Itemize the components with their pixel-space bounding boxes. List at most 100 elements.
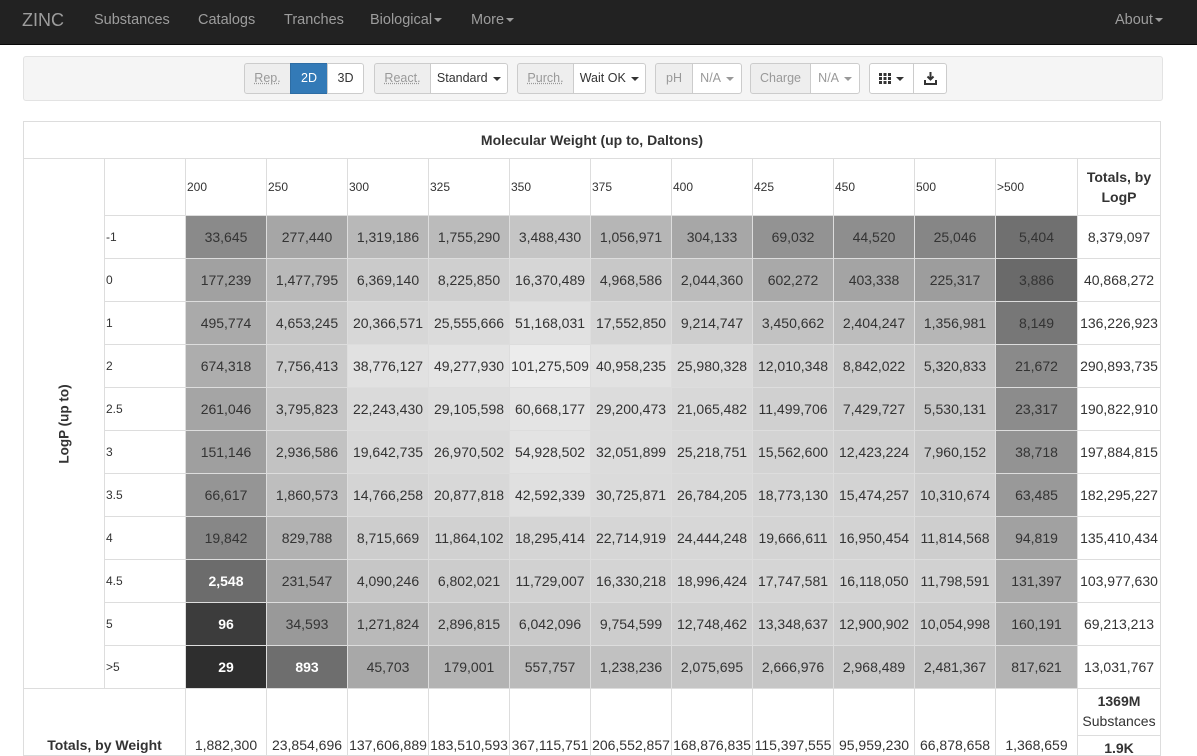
tranche-cell[interactable]: 11,814,568	[914, 516, 996, 560]
tranche-cell[interactable]: 19,666,611	[752, 516, 834, 560]
tranche-cell[interactable]: 45,703	[347, 645, 429, 689]
tranche-cell[interactable]: 5,530,131	[914, 387, 996, 431]
tranche-cell[interactable]: 19,642,735	[347, 430, 429, 474]
tranche-cell[interactable]: 29,200,473	[590, 387, 672, 431]
tranche-cell[interactable]: 6,369,140	[347, 258, 429, 302]
tranche-cell[interactable]: 10,310,674	[914, 473, 996, 517]
tranche-cell[interactable]: 19,842	[185, 516, 267, 560]
tranche-cell[interactable]: 231,547	[266, 559, 348, 603]
tranche-cell[interactable]: 829,788	[266, 516, 348, 560]
tranche-cell[interactable]: 11,499,706	[752, 387, 834, 431]
tranche-cell[interactable]: 96	[185, 602, 267, 646]
tranche-cell[interactable]: 9,754,599	[590, 602, 672, 646]
tranche-cell[interactable]: 893	[266, 645, 348, 689]
tranche-cell[interactable]: 7,429,727	[833, 387, 915, 431]
tranche-cell[interactable]: 12,010,348	[752, 344, 834, 388]
tranche-cell[interactable]: 261,046	[185, 387, 267, 431]
tranche-cell[interactable]: 44,520	[833, 215, 915, 259]
tranche-cell[interactable]: 60,668,177	[509, 387, 591, 431]
tranche-cell[interactable]: 4,968,586	[590, 258, 672, 302]
tranche-cell[interactable]: 30,725,871	[590, 473, 672, 517]
tranche-cell[interactable]: 8,715,669	[347, 516, 429, 560]
tranche-cell[interactable]: 25,555,666	[428, 301, 510, 345]
tranche-cell[interactable]: 2,968,489	[833, 645, 915, 689]
tranche-cell[interactable]: 11,798,591	[914, 559, 996, 603]
tranche-cell[interactable]: 7,756,413	[266, 344, 348, 388]
rep-2d-button[interactable]: 2D	[290, 63, 328, 94]
tranche-cell[interactable]: 12,748,462	[671, 602, 753, 646]
tranche-cell[interactable]: 12,423,224	[833, 430, 915, 474]
tranche-cell[interactable]: 26,970,502	[428, 430, 510, 474]
tranche-cell[interactable]: 11,864,102	[428, 516, 510, 560]
tranche-cell[interactable]: 17,747,581	[752, 559, 834, 603]
brand-link[interactable]: ZINC	[22, 0, 64, 45]
tranche-cell[interactable]: 1,056,971	[590, 215, 672, 259]
tranche-cell[interactable]: 66,617	[185, 473, 267, 517]
tranche-cell[interactable]: 1,755,290	[428, 215, 510, 259]
tranche-cell[interactable]: 29,105,598	[428, 387, 510, 431]
tranche-cell[interactable]: 277,440	[266, 215, 348, 259]
tranche-cell[interactable]: 5,404	[995, 215, 1078, 259]
tranche-cell[interactable]: 15,474,257	[833, 473, 915, 517]
tranche-cell[interactable]: 49,277,930	[428, 344, 510, 388]
tranche-cell[interactable]: 40,958,235	[590, 344, 672, 388]
tranche-cell[interactable]: 21,065,482	[671, 387, 753, 431]
tranche-cell[interactable]: 1,477,795	[266, 258, 348, 302]
tranche-cell[interactable]: 54,928,502	[509, 430, 591, 474]
tranche-cell[interactable]: 2,404,247	[833, 301, 915, 345]
tranche-cell[interactable]: 10,054,998	[914, 602, 996, 646]
tranche-cell[interactable]: 26,784,205	[671, 473, 753, 517]
tranche-cell[interactable]: 403,338	[833, 258, 915, 302]
tranche-cell[interactable]: 1,356,981	[914, 301, 996, 345]
tranche-cell[interactable]: 16,330,218	[590, 559, 672, 603]
tranche-cell[interactable]: 18,295,414	[509, 516, 591, 560]
nav-more-dropdown[interactable]: More	[471, 0, 515, 45]
tranche-cell[interactable]: 2,481,367	[914, 645, 996, 689]
tranche-cell[interactable]: 16,950,454	[833, 516, 915, 560]
tranche-cell[interactable]: 674,318	[185, 344, 267, 388]
tranche-cell[interactable]: 225,317	[914, 258, 996, 302]
tranche-cell[interactable]: 6,802,021	[428, 559, 510, 603]
rep-3d-button[interactable]: 3D	[327, 63, 364, 94]
tranche-cell[interactable]: 1,271,824	[347, 602, 429, 646]
tranche-cell[interactable]: 1,860,573	[266, 473, 348, 517]
tranche-cell[interactable]: 304,133	[671, 215, 753, 259]
tranche-cell[interactable]: 2,075,695	[671, 645, 753, 689]
tranche-cell[interactable]: 9,214,747	[671, 301, 753, 345]
tranche-cell[interactable]: 14,766,258	[347, 473, 429, 517]
tranche-cell[interactable]: 38,776,127	[347, 344, 429, 388]
tranche-cell[interactable]: 32,051,899	[590, 430, 672, 474]
nav-substances[interactable]: Substances	[94, 0, 170, 45]
tranche-cell[interactable]: 20,877,818	[428, 473, 510, 517]
tranche-cell[interactable]: 20,366,571	[347, 301, 429, 345]
tranche-cell[interactable]: 3,795,823	[266, 387, 348, 431]
tranche-cell[interactable]: 7,960,152	[914, 430, 996, 474]
tranche-cell[interactable]: 1,238,236	[590, 645, 672, 689]
tranche-cell[interactable]: 13,348,637	[752, 602, 834, 646]
tranche-cell[interactable]: 16,370,489	[509, 258, 591, 302]
tranche-cell[interactable]: 17,552,850	[590, 301, 672, 345]
tranche-cell[interactable]: 33,645	[185, 215, 267, 259]
tranche-cell[interactable]: 22,714,919	[590, 516, 672, 560]
react-dropdown[interactable]: Standard	[430, 63, 508, 94]
tranche-cell[interactable]: 51,168,031	[509, 301, 591, 345]
tranche-cell[interactable]: 2,936,586	[266, 430, 348, 474]
tranche-cell[interactable]: 38,718	[995, 430, 1078, 474]
tranche-cell[interactable]: 160,191	[995, 602, 1078, 646]
nav-about-dropdown[interactable]: About	[1115, 0, 1163, 45]
tranche-cell[interactable]: 179,001	[428, 645, 510, 689]
tranche-cell[interactable]: 23,317	[995, 387, 1078, 431]
tranche-cell[interactable]: 42,592,339	[509, 473, 591, 517]
tranche-cell[interactable]: 24,444,248	[671, 516, 753, 560]
tranche-cell[interactable]: 3,450,662	[752, 301, 834, 345]
tranche-cell[interactable]: 94,819	[995, 516, 1078, 560]
tranche-cell[interactable]: 131,397	[995, 559, 1078, 603]
tranche-cell[interactable]: 4,090,246	[347, 559, 429, 603]
tranche-cell[interactable]: 6,042,096	[509, 602, 591, 646]
tranche-cell[interactable]: 16,118,050	[833, 559, 915, 603]
tranche-cell[interactable]: 22,243,430	[347, 387, 429, 431]
tranche-cell[interactable]: 1,319,186	[347, 215, 429, 259]
tranche-cell[interactable]: 151,146	[185, 430, 267, 474]
tranche-cell[interactable]: 817,621	[995, 645, 1078, 689]
tranche-cell[interactable]: 8,225,850	[428, 258, 510, 302]
